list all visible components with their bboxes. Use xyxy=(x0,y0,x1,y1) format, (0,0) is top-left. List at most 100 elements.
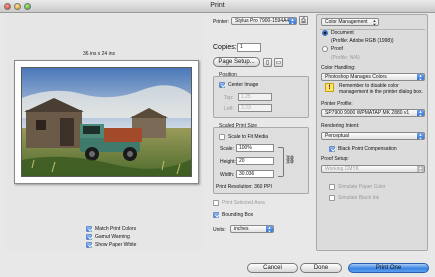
printer-row: Printer: xyxy=(213,19,229,25)
paper-preview xyxy=(14,60,199,184)
show-paper-white-label: Show Paper White xyxy=(95,242,137,248)
center-image-label: Center Image xyxy=(228,82,259,88)
bounding-box-checkbox[interactable] xyxy=(213,212,219,218)
document-profile-row: (Profile: Adobe RGB (1998)) xyxy=(331,38,394,44)
window-title: Print xyxy=(210,2,225,9)
document-option[interactable]: Document xyxy=(322,30,354,36)
gamut-warning-option[interactable]: Gamut Warning xyxy=(86,234,130,240)
print-selected-area-option[interactable]: Print Selected Area xyxy=(213,200,265,206)
warning-icon: ! xyxy=(325,83,334,92)
center-image-checkbox[interactable] xyxy=(219,82,225,88)
rendering-intent-arrows-icon: ▲ ▼ xyxy=(417,132,424,140)
proof-setup-row: Proof Setup: xyxy=(321,156,349,162)
gamut-warning-label: Gamut Warning xyxy=(95,234,130,240)
left-label: Left: xyxy=(224,106,234,112)
proof-radio[interactable] xyxy=(322,46,328,52)
printer-profile-select[interactable]: SP7900 9900 WPMATAP MK 2880 v1 ▲ ▼ xyxy=(321,109,425,117)
width-label: Width: xyxy=(220,172,235,178)
proportion-bracket xyxy=(278,147,284,177)
scale-label: Scale: xyxy=(220,146,234,152)
width-input[interactable]: 30.036 xyxy=(236,170,274,178)
image-preview[interactable] xyxy=(21,67,192,177)
scale-input[interactable]: 100% xyxy=(236,144,274,152)
cancel-button[interactable]: Cancel xyxy=(247,263,298,273)
proof-profile-row: (Profile: N/A) xyxy=(331,55,360,61)
print-selected-area-checkbox[interactable] xyxy=(213,200,219,206)
height-row: Height: xyxy=(220,159,236,165)
left-row: Left: xyxy=(224,106,234,112)
copies-label: Copies: xyxy=(213,44,237,51)
match-print-colors-label: Match Print Colors xyxy=(95,226,137,232)
done-button[interactable]: Done xyxy=(300,263,342,273)
units-value: inches xyxy=(234,226,249,232)
page-setup-button[interactable]: Page Setup... xyxy=(213,57,260,67)
simulate-black-ink-option[interactable]: Simulate Black Ink xyxy=(329,195,379,201)
copies-row: Copies: xyxy=(213,44,237,51)
scale-to-fit-checkbox[interactable] xyxy=(219,134,225,140)
black-point-compensation-option[interactable]: Black Point Compensation xyxy=(329,146,397,152)
print-resolution-text: Print Resolution: 360 PPI xyxy=(216,184,272,190)
printer-profile-value: SP7900 9900 WPMATAP MK 2880 v1 xyxy=(325,110,410,116)
printer-profile-label: Printer Profile: xyxy=(321,101,353,107)
print-selected-area-label: Print Selected Area xyxy=(222,200,265,206)
proof-setup-arrows-icon: ▲ ▼ xyxy=(417,165,424,173)
height-label: Height: xyxy=(220,159,236,165)
position-title: Position xyxy=(219,72,237,78)
printer-profile-row: Printer Profile: xyxy=(321,101,353,107)
proof-profile-text: (Profile: N/A) xyxy=(331,55,360,61)
color-management-arrows-icon: ▲ ▼ xyxy=(372,18,377,26)
units-select-arrows-icon: ▲ ▼ xyxy=(266,225,273,233)
match-print-colors-checkbox[interactable] xyxy=(86,226,92,232)
scale-to-fit-option[interactable]: Scale to Fit Media xyxy=(219,134,268,140)
rendering-intent-label: Rendering Intent: xyxy=(321,123,360,129)
print-resolution-row: Print Resolution: 360 PPI xyxy=(216,184,272,190)
show-paper-white-option[interactable]: Show Paper White xyxy=(86,242,136,248)
simulate-paper-color-label: Simulate Paper Color xyxy=(338,184,386,190)
gamut-warning-checkbox[interactable] xyxy=(86,234,92,240)
top-input[interactable]: 1.25 xyxy=(238,93,272,101)
simulate-black-ink-checkbox[interactable] xyxy=(329,195,335,201)
link-proportions-icon[interactable]: ⛓ xyxy=(285,156,295,164)
proof-label: Proof xyxy=(331,46,343,52)
printer-select[interactable]: Stylus Pro 7900-1594A4 ▲ ▼ xyxy=(231,17,297,25)
units-select[interactable]: inches ▲ ▼ xyxy=(230,225,274,233)
print-one-button[interactable]: Print One xyxy=(348,263,429,273)
match-print-colors-option[interactable]: Match Print Colors xyxy=(86,226,136,232)
simulate-black-ink-label: Simulate Black Ink xyxy=(338,195,380,201)
rendering-intent-select[interactable]: Perceptual ▲ ▼ xyxy=(321,132,425,140)
simulate-paper-color-option[interactable]: Simulate Paper Color xyxy=(329,184,386,190)
document-profile-text: (Profile: Adobe RGB (1998)) xyxy=(331,38,394,44)
proof-setup-label: Proof Setup: xyxy=(321,156,349,162)
show-paper-white-checkbox[interactable] xyxy=(86,242,92,248)
bounding-box-option[interactable]: Bounding Box xyxy=(213,212,253,218)
reminder-text: Remember to disable color management in … xyxy=(339,83,423,95)
orientation-portrait-button[interactable]: ▯ xyxy=(263,58,272,67)
color-handling-select[interactable]: Photoshop Manages Colors ▲ ▼ xyxy=(321,73,425,81)
print-preview-area: 36 ins x 24 ins Match Print Colors Gamut… xyxy=(4,14,203,250)
rendering-intent-value: Perceptual xyxy=(325,133,349,139)
scale-row: Scale: xyxy=(220,146,234,152)
document-radio[interactable] xyxy=(322,30,328,36)
left-input[interactable]: 3.23 xyxy=(238,104,272,112)
bounding-box-label: Bounding Box xyxy=(222,212,254,218)
printer-select-arrows-icon: ▲ ▼ xyxy=(289,17,296,25)
proof-option[interactable]: Proof xyxy=(322,46,343,52)
printer-profile-arrows-icon: ▲ ▼ xyxy=(417,109,424,117)
color-management-value: Color Management xyxy=(325,19,368,25)
height-input[interactable]: 20 xyxy=(236,157,274,165)
printer-settings-button[interactable]: ⎙ xyxy=(299,16,308,25)
color-handling-label: Color Handling: xyxy=(321,65,356,71)
color-management-panel: Color Management ▲ ▼ Document (Profile: A… xyxy=(316,14,428,251)
simulate-paper-color-checkbox[interactable] xyxy=(329,184,335,190)
black-point-compensation-checkbox[interactable] xyxy=(329,146,335,152)
orientation-landscape-button[interactable]: ▭ xyxy=(274,58,283,67)
printer-label: Printer: xyxy=(213,19,230,25)
proof-setup-select[interactable]: Working CMYK ▲ ▼ xyxy=(321,165,425,173)
color-management-select[interactable]: Color Management ▲ ▼ xyxy=(321,18,379,26)
black-point-compensation-label: Black Point Compensation xyxy=(338,146,397,152)
copies-input[interactable]: 1 xyxy=(237,43,261,52)
width-row: Width: xyxy=(220,172,234,178)
title-bar: Print xyxy=(0,0,435,13)
units-label: Units: xyxy=(213,227,226,233)
center-image-option[interactable]: Center Image xyxy=(219,82,258,88)
